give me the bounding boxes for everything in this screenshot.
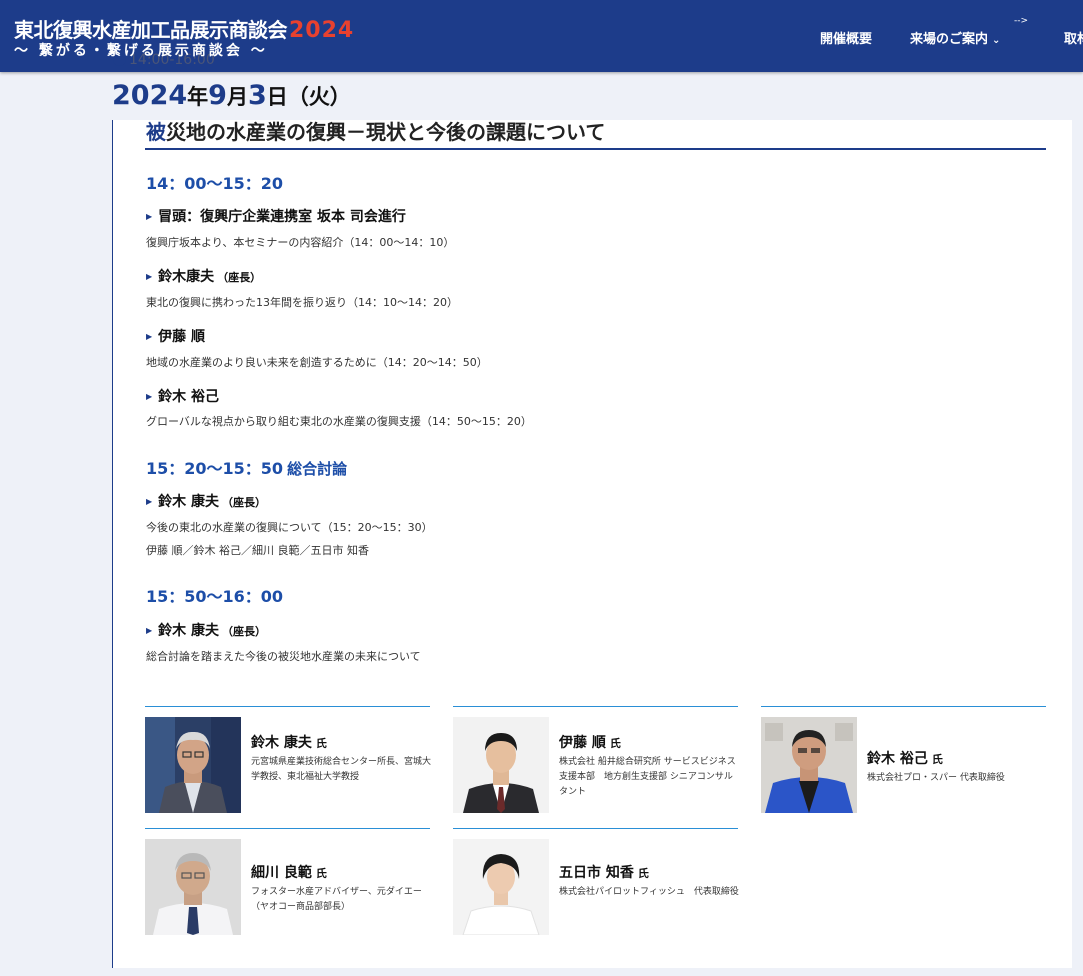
program-item-title: ▶ 伊藤 順: [146, 329, 206, 345]
speaker-name: 五日市 知香氏: [559, 865, 649, 881]
speaker-affiliation: 株式会社パイロットフィッシュ 代表取締役: [559, 887, 739, 897]
program-item-title: ▶ 鈴木 康夫 （座長）: [146, 623, 267, 639]
time-block-heading: 14：00〜15：20: [146, 174, 284, 193]
speaker-name: 鈴木 康夫氏: [251, 735, 327, 751]
profile-divider: [453, 828, 738, 829]
speaker-photo: [145, 839, 241, 935]
profile-divider: [145, 828, 430, 829]
speaker-affiliation: フォスター水産アドバイザー、元ダイエー（ヤオコー商品部部長）: [251, 887, 422, 912]
triangle-bullet-icon: ▶: [146, 626, 153, 635]
speaker-info: 細川 良範氏 フォスター水産アドバイザー、元ダイエー（ヤオコー商品部部長）: [251, 862, 433, 915]
profile-divider: [145, 706, 430, 707]
event-date: 2024年9月3日（火）: [112, 80, 351, 111]
speaker-photo: [453, 839, 549, 935]
nav-item-visitor-guide[interactable]: 来場のご案内 ⌄: [910, 28, 1000, 47]
speaker-photo: [145, 717, 241, 813]
program-item-title: ▶ 鈴木 裕己: [146, 389, 220, 405]
triangle-bullet-icon: ▶: [146, 497, 153, 506]
speaker-info: 五日市 知香氏 株式会社パイロットフィッシュ 代表取締役: [559, 862, 741, 900]
site-header: 14:00-16:00 東北復興水産加工品展示商談会2024 〜 繋がる・繋げる…: [0, 0, 1083, 72]
program-item-description: 地域の水産業のより良い未来を創造するために（14：20〜14：50）: [146, 356, 488, 369]
speaker-name: 細川 良範氏: [251, 865, 327, 881]
speaker-info: 鈴木 裕己氏 株式会社プロ・スパー 代表取締役: [867, 748, 1049, 786]
panelist-list: 伊藤 順／鈴木 裕己／細川 良範／五日市 知香: [146, 544, 369, 557]
time-block-heading: 15：20〜15：50 総合討論: [146, 459, 348, 478]
time-block-heading: 15：50〜16：00: [146, 587, 284, 606]
program-item-description: 総合討論を踏まえた今後の被災地水産業の未来について: [146, 650, 421, 663]
chevron-down-icon: ⌄: [992, 35, 1001, 46]
program-item-title: ▶ 鈴木康夫 （座長）: [146, 269, 262, 285]
speaker-affiliation: 株式会社 船井総合研究所 サービスビジネス支援本部 地方創生支援部 シニアコンサ…: [559, 757, 736, 797]
nav-arrow-artifact: -->: [1014, 16, 1029, 26]
speaker-info: 伊藤 順氏 株式会社 船井総合研究所 サービスビジネス支援本部 地方創生支援部 …: [559, 732, 741, 800]
title-divider: [145, 148, 1046, 150]
speaker-info: 鈴木 康夫氏 元宮城県産業技術総合センター所長、宮城大学教授、東北福祉大学教授: [251, 732, 433, 785]
logo-year: 2024: [289, 18, 355, 43]
speaker-photo: [453, 717, 549, 813]
triangle-bullet-icon: ▶: [146, 392, 153, 401]
program-item-description: グローバルな視点から取り組む東北の水産業の復興支援（14：50〜15：20）: [146, 415, 532, 428]
nav-item-press[interactable]: 取材: [1064, 28, 1083, 47]
speaker-name: 鈴木 裕己氏: [867, 751, 943, 767]
triangle-bullet-icon: ▶: [146, 212, 153, 221]
logo-subtitle: 〜 繋がる・繋げる展示商談会 〜: [14, 43, 268, 59]
speaker-affiliation: 株式会社プロ・スパー 代表取締役: [867, 773, 1005, 783]
profile-divider: [453, 706, 738, 707]
speaker-photo: [761, 717, 857, 813]
speaker-name: 伊藤 順氏: [559, 735, 621, 751]
program-item-title: ▶ 鈴木 康夫 （座長）: [146, 494, 267, 510]
program-item-description: 今後の東北の水産業の復興について（15：20〜15：30）: [146, 521, 433, 534]
program-item-title: ▶ 冒頭：復興庁企業連携室 坂本 司会進行: [146, 209, 406, 225]
triangle-bullet-icon: ▶: [146, 272, 153, 281]
logo-title: 東北復興水産加工品展示商談会: [14, 18, 288, 42]
triangle-bullet-icon: ▶: [146, 332, 153, 341]
program-item-description: 東北の復興に携わった13年間を振り返り（14：10〜14：20）: [146, 296, 458, 309]
site-logo[interactable]: 東北復興水産加工品展示商談会2024: [14, 14, 354, 43]
profile-divider: [761, 706, 1046, 707]
speaker-affiliation: 元宮城県産業技術総合センター所長、宮城大学教授、東北福祉大学教授: [251, 757, 432, 782]
session-title: 被災地の水産業の復興－現状と今後の課題について: [146, 120, 606, 144]
program-item-description: 復興庁坂本より、本セミナーの内容紹介（14：00〜14：10）: [146, 236, 455, 249]
seminar-panel: 被災地の水産業の復興－現状と今後の課題について 14：00〜15：20 ▶ 冒頭：…: [112, 120, 1072, 968]
nav-item-overview[interactable]: 開催概要: [820, 28, 872, 47]
